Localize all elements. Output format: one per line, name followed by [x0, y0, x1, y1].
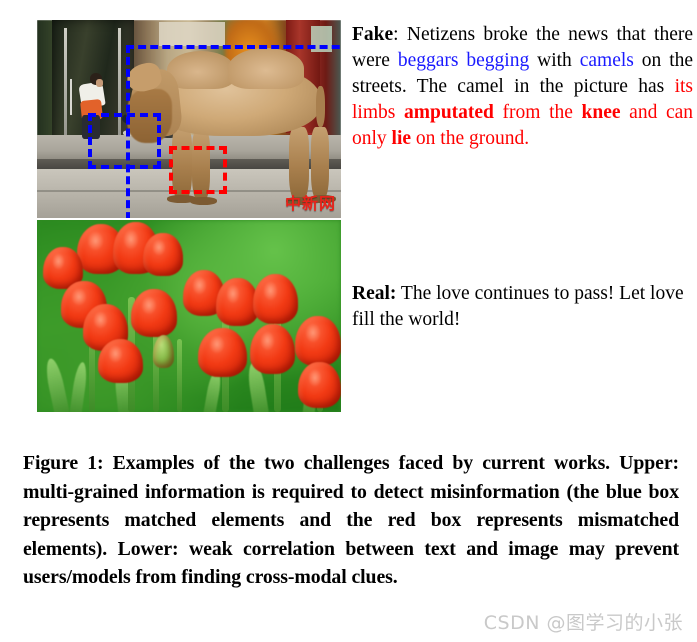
door-frame-left [64, 27, 68, 151]
tulip-highlight [208, 334, 226, 355]
tulip-highlight [192, 276, 207, 295]
tulip-highlight [307, 368, 323, 387]
camel-image: 中新网 [37, 20, 341, 218]
fake-highlight-beggars-begging: beggars begging [397, 50, 530, 71]
csdn-watermark: CSDN @图学习的小张 [483, 612, 683, 634]
tulip-flower [97, 339, 144, 384]
fake-red-bold-amputated: amputated [403, 102, 494, 123]
tulip-flower [298, 362, 341, 409]
real-example-text: Real: The love continues to pass! Let lo… [352, 281, 693, 333]
fake-example-text: Fake: Netizens broke the news that there… [352, 22, 693, 152]
tulip-image [37, 220, 341, 412]
tulip-highlight [141, 295, 157, 316]
figure-caption: Figure 1: Examples of the two challenges… [23, 452, 679, 588]
fake-red-bold-lie: lie [391, 128, 412, 149]
fake-label: Fake [352, 24, 394, 45]
tulip-highlight [87, 230, 104, 251]
tulip-flower [295, 316, 341, 366]
tulip-highlight [259, 330, 276, 351]
fake-red-on-the-ground: on the ground. [411, 128, 530, 149]
fake-text-segment-2: with [529, 50, 580, 71]
tulip-highlight [107, 345, 124, 363]
tulip-stem [176, 339, 183, 412]
tulip-highlight [51, 252, 66, 270]
tulip-highlight [305, 322, 321, 343]
door-handle [70, 79, 73, 116]
annotation-blue-box-people [88, 113, 161, 169]
store-sign [158, 21, 226, 46]
tulip-flower [143, 233, 183, 276]
tulip-bud [152, 335, 174, 368]
tulip-highlight [262, 280, 279, 301]
tulip-highlight [123, 229, 139, 250]
tulip-highlight [225, 284, 241, 304]
tulip-highlight [71, 287, 87, 307]
fake-red-bold-knee: knee [581, 102, 621, 123]
figure-area: 中新网 Fake: Netizens broke the news that t… [0, 0, 697, 430]
tulip-flower [131, 289, 177, 338]
fake-red-from-the: from the [493, 102, 582, 123]
annotation-red-box-knee [169, 146, 227, 194]
real-text: The love continues to pass! Let love fil… [352, 283, 684, 330]
fake-highlight-camels: camels [579, 50, 634, 71]
tulip-highlight [92, 310, 109, 330]
person-standing-face [96, 79, 104, 87]
tulip-highlight [152, 239, 166, 257]
tulip-flower [198, 327, 247, 378]
real-label: Real: [352, 283, 397, 304]
